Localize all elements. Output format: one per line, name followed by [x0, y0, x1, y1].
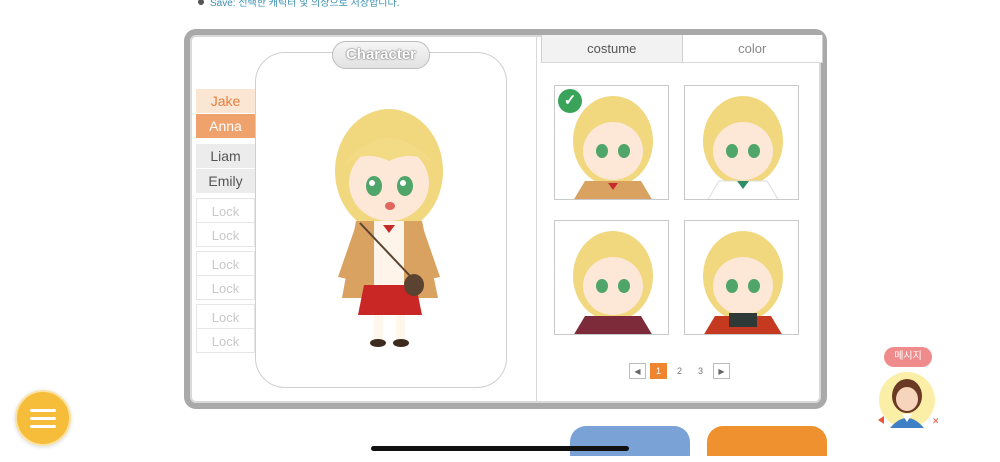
- name-item-emily[interactable]: Emily: [196, 169, 255, 194]
- save-note: Save: 선택한 캐릭터 및 의상으로 저장합니다.: [198, 0, 399, 9]
- orange-action-button[interactable]: [707, 426, 827, 456]
- message-badge[interactable]: 메시지: [884, 347, 932, 367]
- costume-color-tabs: costume color: [541, 35, 823, 63]
- costume-thumbnail[interactable]: [684, 85, 799, 200]
- character-preview-card: Character: [255, 41, 507, 388]
- name-item-anna[interactable]: Anna: [196, 114, 255, 139]
- bullet-icon: [198, 0, 204, 5]
- character-name-list: Jake Anna Liam Emily Lock Lock Lock Lock…: [196, 89, 255, 353]
- pagination: ◀ 1 2 3 ▶: [629, 363, 730, 379]
- blue-action-button[interactable]: [570, 426, 690, 456]
- page-button[interactable]: 3: [692, 363, 709, 379]
- name-item-liam[interactable]: Liam: [196, 144, 255, 169]
- character-illustration: [335, 109, 443, 347]
- costume-thumbnail[interactable]: [554, 220, 669, 335]
- costume-thumbnail[interactable]: [684, 220, 799, 335]
- hamburger-menu-icon[interactable]: [15, 390, 71, 446]
- name-item-lock: Lock: [196, 222, 255, 247]
- character-panel: Jake Anna Liam Emily Lock Lock Lock Lock…: [184, 29, 827, 409]
- name-item-lock: Lock: [196, 304, 255, 329]
- home-indicator: [371, 446, 629, 451]
- name-item-lock: Lock: [196, 275, 255, 300]
- tab-color[interactable]: color: [682, 35, 823, 62]
- name-item-lock: Lock: [196, 251, 255, 276]
- name-item-jake[interactable]: Jake: [196, 89, 255, 114]
- page-button[interactable]: 1: [650, 363, 667, 379]
- chevron-left-icon[interactable]: ◀: [629, 363, 646, 379]
- name-item-lock: Lock: [196, 328, 255, 353]
- page-button[interactable]: 2: [671, 363, 688, 379]
- tab-costume[interactable]: costume: [541, 35, 683, 62]
- costume-image: [703, 96, 783, 199]
- avatar[interactable]: ✕: [876, 370, 938, 428]
- chevron-right-icon[interactable]: ▶: [713, 363, 730, 379]
- check-icon: ✓: [558, 89, 582, 113]
- costume-image: [573, 231, 653, 334]
- save-note-text: Save: 선택한 캐릭터 및 의상으로 저장합니다.: [210, 0, 400, 9]
- svg-text:✕: ✕: [932, 416, 938, 426]
- costume-image: [703, 231, 783, 334]
- costume-thumbnail[interactable]: ✓: [554, 85, 669, 200]
- name-item-lock: Lock: [196, 198, 255, 223]
